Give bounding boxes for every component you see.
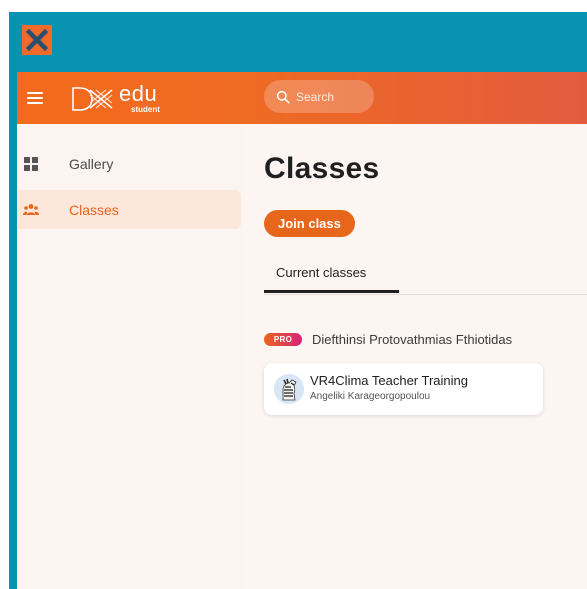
sidebar-item-gallery[interactable]: Gallery	[17, 144, 241, 183]
top-bar: edu student Search	[17, 72, 587, 124]
organization-name: Diefthinsi Protovathmias Fthiotidas	[312, 331, 513, 347]
logo[interactable]: edu student	[71, 82, 160, 116]
brand-subtitle: student	[131, 104, 160, 114]
window-frame: edu student Search Gallery Classes Class…	[9, 12, 587, 589]
sidebar: Gallery Classes	[17, 124, 243, 589]
search-input[interactable]: Search	[264, 80, 374, 113]
zebra-icon	[274, 374, 304, 404]
organization-header: PRO Diefthinsi Protovathmias Fthiotidas	[264, 329, 512, 349]
class-teacher: Angeliki Karageorgopoulou	[310, 391, 431, 402]
join-class-button[interactable]: Join class	[264, 210, 355, 237]
search-icon	[276, 90, 290, 104]
page-title: Classes	[264, 152, 380, 185]
main-content: Classes Join class Current classes PRO D…	[243, 124, 587, 589]
people-icon	[23, 203, 39, 215]
sidebar-item-classes[interactable]: Classes	[17, 190, 241, 229]
sidebar-item-label: Classes	[69, 201, 119, 218]
class-card[interactable]: VR4Clima Teacher Training Angeliki Karag…	[264, 363, 543, 415]
menu-icon[interactable]	[27, 89, 43, 107]
app-container: edu student Search Gallery Classes Class…	[17, 72, 587, 589]
tab-bar: Current classes	[264, 254, 587, 295]
close-icon[interactable]	[22, 25, 52, 55]
active-tab-indicator	[264, 290, 399, 293]
tab-label: Current classes	[276, 265, 367, 280]
search-placeholder: Search	[296, 89, 335, 104]
pro-badge: PRO	[264, 332, 302, 346]
brand-name: edu	[119, 80, 158, 106]
class-title: VR4Clima Teacher Training	[310, 373, 468, 388]
logo-mark-icon	[72, 87, 113, 111]
sidebar-item-label: Gallery	[69, 155, 114, 172]
avatar	[274, 374, 304, 404]
tab-current-classes[interactable]: Current classes	[264, 254, 399, 293]
grid-icon	[24, 156, 38, 171]
